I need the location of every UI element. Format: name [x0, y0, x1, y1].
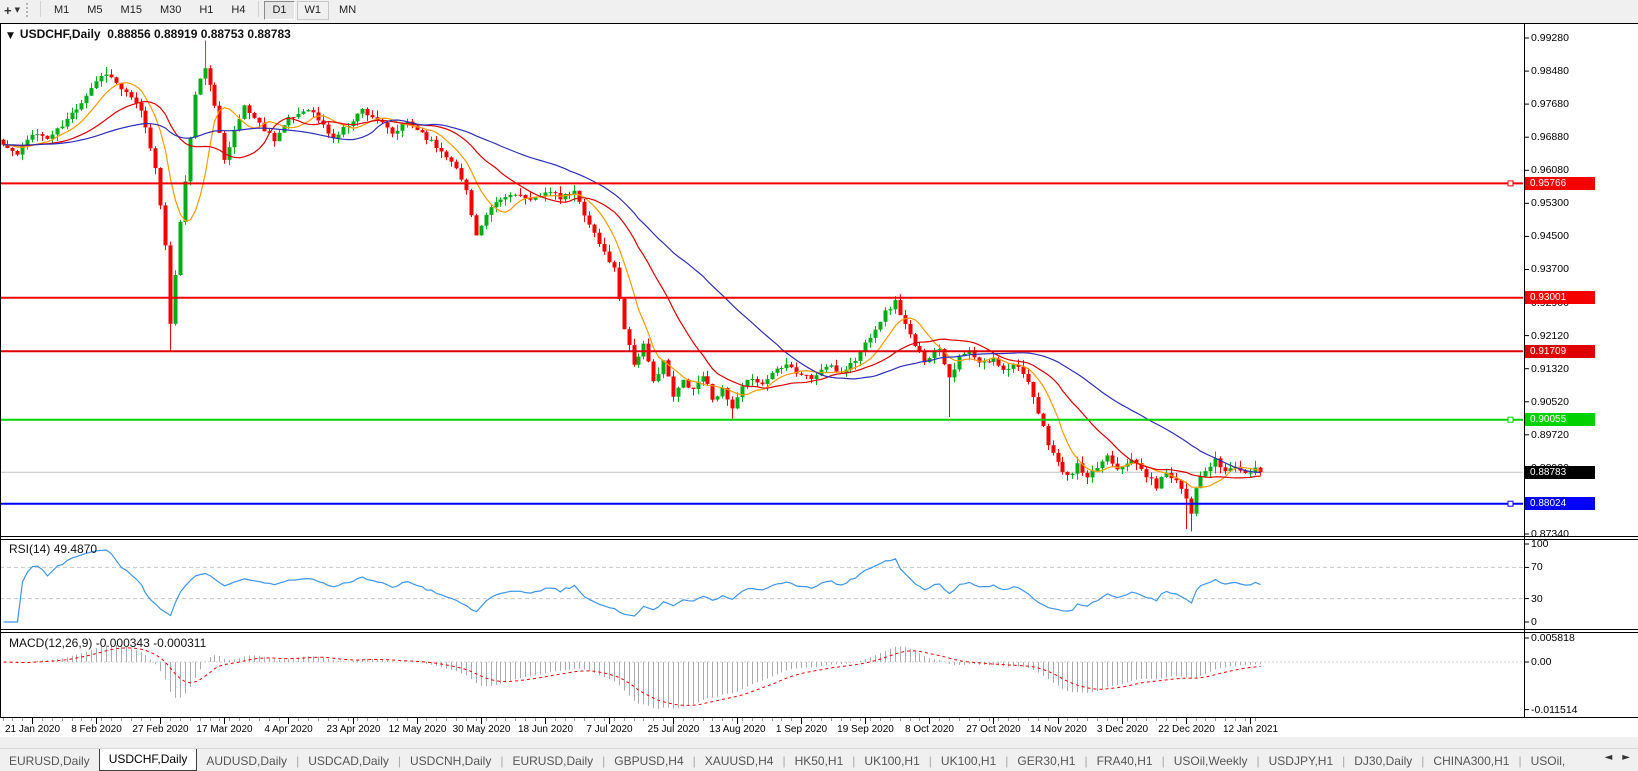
price-tick-label: 0.90520: [1531, 396, 1569, 408]
bid-price-label[interactable]: 0.88783: [1525, 466, 1595, 479]
rsi-tick-label: 100: [1531, 538, 1549, 550]
price-tick-label: 0.99280: [1531, 32, 1569, 44]
chart-canvas[interactable]: [0, 0, 1638, 771]
rsi-indicator-title: RSI(14) 49.4870: [9, 542, 97, 556]
chart-tab-eurusd-daily[interactable]: EURUSD,Daily: [503, 750, 602, 771]
chart-tab-usoil-weekly[interactable]: USOil,Weekly: [1165, 750, 1257, 771]
rsi-line: [4, 550, 1261, 622]
level-price-label[interactable]: 0.93001: [1525, 291, 1595, 304]
line-handle[interactable]: [1508, 501, 1513, 506]
level-price-label[interactable]: 0.95766: [1525, 177, 1595, 190]
date-label: 27 Oct 2020: [966, 724, 1020, 735]
price-chart-svg[interactable]: [0, 0, 1638, 771]
macd-tick-label: 0.00: [1531, 656, 1551, 668]
chart-tab-usdchf-daily[interactable]: USDCHF,Daily: [99, 748, 198, 771]
macd-tick-label: -0.011514: [1531, 704, 1578, 716]
symbol-period-label: USDCHF,Daily: [20, 27, 101, 41]
price-tick-label: 0.91320: [1531, 363, 1569, 375]
macd-current-values: -0.000343 -0.000311: [96, 636, 207, 650]
chart-tab-audusd-daily[interactable]: AUDUSD,Daily: [197, 750, 296, 771]
date-label: 30 May 2020: [453, 724, 511, 735]
chart-title: ▼ USDCHF,Daily 0.88856 0.88919 0.88753 0.…: [7, 27, 291, 41]
date-label: 22 Dec 2020: [1158, 724, 1215, 735]
chart-tab-hk50-h1[interactable]: HK50,H1: [786, 750, 853, 771]
rsi-tick-label: 70: [1531, 561, 1543, 573]
date-label: 8 Feb 2020: [71, 724, 122, 735]
candles-layer: [2, 41, 1263, 532]
date-label: 23 Apr 2020: [327, 724, 381, 735]
rsi-name: RSI(14): [9, 542, 50, 556]
line-handle[interactable]: [1508, 417, 1513, 422]
date-label: 14 Nov 2020: [1030, 724, 1087, 735]
price-tick-label: 0.89720: [1531, 429, 1569, 441]
macd-indicator-title: MACD(12,26,9) -0.000343 -0.000311: [9, 636, 206, 650]
date-label: 12 May 2020: [389, 724, 447, 735]
chart-tab-eurusd-daily[interactable]: EURUSD,Daily: [0, 750, 99, 771]
date-label: 4 Apr 2020: [264, 724, 312, 735]
date-label: 21 Jan 2020: [5, 724, 60, 735]
chart-tab-xauusd-h4[interactable]: XAUUSD,H4: [696, 750, 783, 771]
date-label: 27 Feb 2020: [132, 724, 188, 735]
price-tick-label: 0.97680: [1531, 98, 1569, 110]
date-label: 1 Sep 2020: [776, 724, 827, 735]
chart-tab-uk100-h1[interactable]: UK100,H1: [855, 750, 928, 771]
macd-tick-label: 0.005818: [1531, 632, 1575, 644]
date-label: 13 Aug 2020: [709, 724, 765, 735]
ohlc-values: 0.88856 0.88919 0.88753 0.88783: [107, 27, 291, 41]
tab-scroll-right-icon[interactable]: ►: [1622, 752, 1630, 763]
tab-scroll-left-icon[interactable]: ◄: [1605, 752, 1613, 763]
price-tick-label: 0.95300: [1531, 197, 1569, 209]
chart-tab-china300-h1[interactable]: CHINA300,H1: [1424, 750, 1518, 771]
chart-tab-fra40-h1[interactable]: FRA40,H1: [1088, 750, 1162, 771]
line-handle[interactable]: [1508, 181, 1513, 186]
date-label: 3 Dec 2020: [1097, 724, 1148, 735]
date-label: 18 Jun 2020: [518, 724, 573, 735]
price-tick-label: 0.93700: [1531, 263, 1569, 275]
rsi-current-value: 49.4870: [54, 542, 97, 556]
macd-layer: [4, 645, 1261, 709]
macd-name: MACD(12,26,9): [9, 636, 92, 650]
date-label: 25 Jul 2020: [648, 724, 700, 735]
price-tick-label: 0.92120: [1531, 330, 1569, 342]
collapse-triangle-icon[interactable]: ▼: [7, 31, 14, 41]
price-tick-label: 0.96880: [1531, 131, 1569, 143]
price-tick-label: 0.94500: [1531, 230, 1569, 242]
chart-tab-usdjpy-h1[interactable]: USDJPY,H1: [1260, 750, 1342, 771]
macd-histogram: [4, 645, 1261, 709]
chart-tab-ger30-h1[interactable]: GER30,H1: [1008, 750, 1084, 771]
chart-tab-gbpusd-h4[interactable]: GBPUSD,H4: [605, 750, 692, 771]
date-label: 12 Jan 2021: [1223, 724, 1278, 735]
rsi-tick-label: 30: [1531, 593, 1543, 605]
chart-tab-usdcnh-daily[interactable]: USDCNH,Daily: [401, 750, 500, 771]
symbol-tab-bar: EURUSD,DailyUSDCHF,DailyAUDUSD,Daily|USD…: [0, 748, 1638, 771]
level-price-label[interactable]: 0.91709: [1525, 345, 1595, 358]
rsi-tick-label: 0: [1531, 616, 1537, 628]
chart-tab-usdcad-daily[interactable]: USDCAD,Daily: [299, 750, 398, 771]
date-label: 8 Oct 2020: [905, 724, 954, 735]
chart-tab-uk100-h1[interactable]: UK100,H1: [932, 750, 1005, 771]
chart-tab-usoil-[interactable]: USOil,: [1522, 750, 1575, 771]
tab-scroll-arrows: ◄ ►: [1601, 750, 1634, 765]
price-tick-label: 0.98480: [1531, 65, 1569, 77]
date-label: 19 Sep 2020: [837, 724, 894, 735]
level-price-label[interactable]: 0.90055: [1525, 413, 1595, 426]
date-label: 7 Jul 2020: [586, 724, 632, 735]
chart-tab-dj30-daily[interactable]: DJ30,Daily: [1345, 750, 1421, 771]
date-label: 17 Mar 2020: [196, 724, 252, 735]
macd-signal-line: [4, 648, 1261, 706]
price-tick-label: 0.96080: [1531, 164, 1569, 176]
app-window: + ▼ M1M5M15M30H1H4D1W1MN ▼USDCHF,Daily 0…: [0, 0, 1638, 771]
level-price-label[interactable]: 0.88024: [1525, 497, 1595, 510]
